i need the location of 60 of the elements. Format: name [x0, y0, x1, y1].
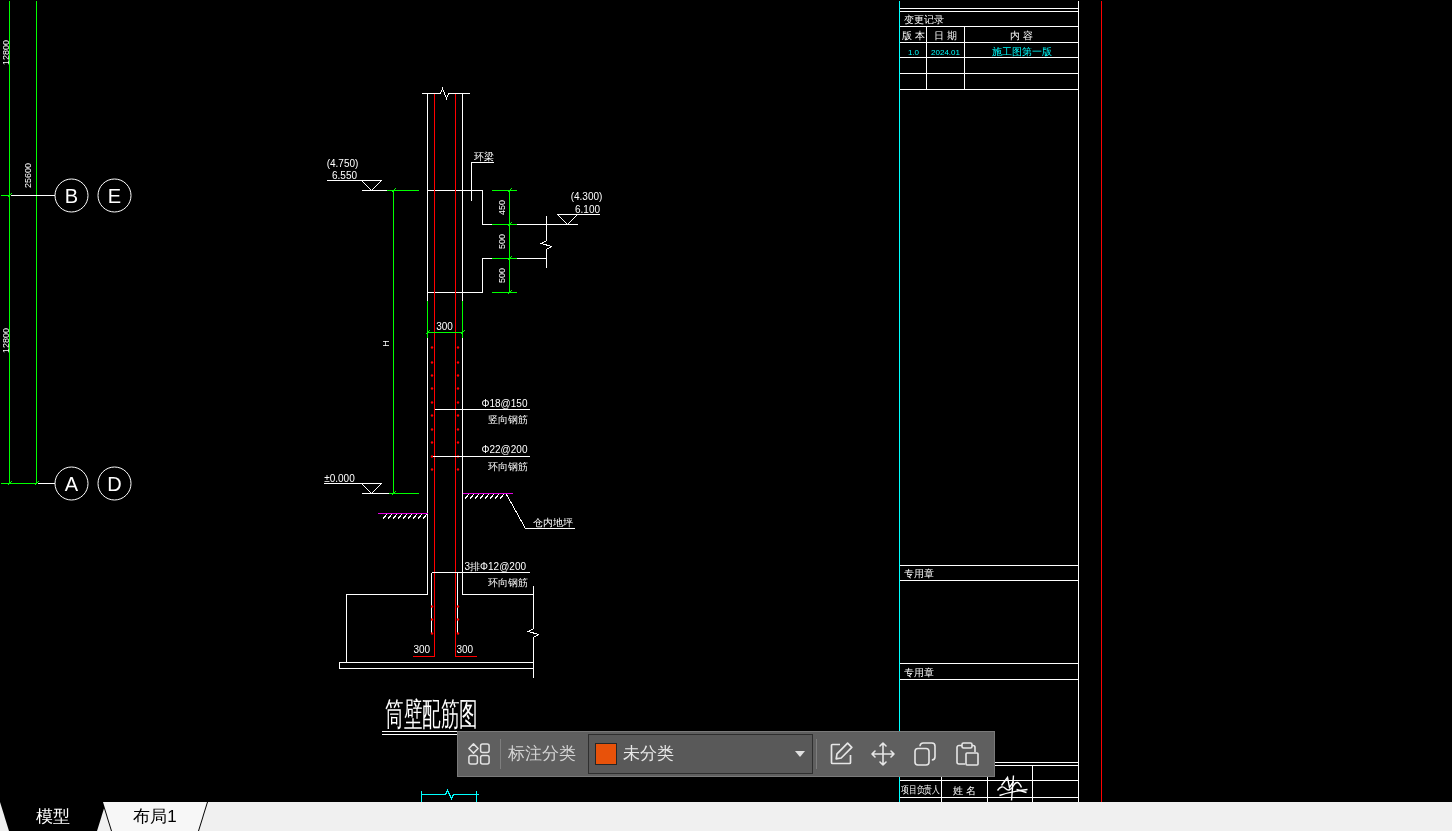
elevation-text: 6.100 [575, 203, 600, 215]
axis-bubble: E [97, 178, 132, 213]
paste-icon [955, 742, 979, 766]
layout-tab[interactable]: 布局1 [102, 802, 208, 831]
elevation-text: (4.750) [326, 157, 359, 169]
table-cell: 姓 名 [953, 784, 976, 796]
dimension-text: 12800 [0, 328, 11, 353]
table-cell: 1.0 [907, 47, 920, 57]
partial-section-drawing [420, 790, 479, 802]
floor-label: 仓内地坪 [532, 516, 573, 528]
dimension-line [425, 300, 465, 338]
elevation-text: 6.550 [332, 169, 357, 181]
column-header: 版 本 [902, 29, 925, 41]
axis-line [37, 483, 55, 484]
leader-line [506, 494, 575, 529]
elevation-symbol [326, 180, 387, 191]
ground-hatch-drawing [462, 493, 513, 500]
title-block-heading: 变更记录 [903, 13, 944, 25]
dimension-text: 300 [413, 643, 431, 655]
dimension-text: 12800 [0, 40, 11, 65]
category-label: 标注分类 [508, 743, 577, 765]
axis-line [10, 195, 55, 196]
axis-bubble: D [97, 466, 132, 501]
table-cell: 项目负责人 [900, 784, 941, 796]
stamp-label: 专用章 [903, 567, 934, 579]
rebar-spec-text: Φ22@200 [481, 443, 528, 455]
table-cell: 2024.01 [931, 47, 960, 57]
stamp-label: 专用章 [903, 666, 934, 678]
grid-icon [468, 743, 490, 765]
elevation-text: ±0.000 [324, 472, 355, 484]
rebar-spec-text: Φ18@150 [481, 397, 528, 409]
move-icon [871, 742, 895, 766]
column-header: 内 容 [1010, 29, 1033, 41]
layout-tab[interactable]: 模型 [0, 802, 106, 831]
dimension-text: 500 [496, 268, 507, 283]
dimension-text: 300 [456, 643, 474, 655]
dimension-text: 25600 [22, 163, 33, 188]
dimension-text: 500 [496, 234, 507, 249]
rebar-name-text: 环向钢筋 [487, 460, 528, 472]
elevation-symbol [323, 483, 389, 494]
leader-line [471, 162, 494, 201]
dimension-text: 300 [436, 320, 453, 332]
elevation-symbol [557, 214, 600, 225]
drawing-title: 筒壁配筋图 [385, 696, 478, 733]
axis-bubble: B [54, 178, 89, 213]
rebar-spec-text: 3排Φ12@200 [464, 560, 526, 572]
axis-bubble: A [54, 466, 89, 501]
category-dropdown[interactable]: 未分类 [588, 734, 813, 774]
table-cell: 施工图第一版 [991, 45, 1052, 57]
caret-icon [795, 751, 805, 757]
column-header: 日 期 [934, 29, 957, 41]
elevation-text: (4.300) [570, 190, 603, 202]
dimension-text: H [380, 340, 391, 347]
rebar-name-text: 环向钢筋 [487, 576, 528, 588]
beam-label: 环梁 [473, 150, 494, 162]
edit-icon [829, 742, 853, 766]
ground-hatch-drawing [377, 513, 428, 520]
rebar-name-text: 竖向钢筋 [487, 413, 528, 425]
dimension-text: 450 [496, 200, 507, 215]
copy-icon [914, 742, 936, 766]
